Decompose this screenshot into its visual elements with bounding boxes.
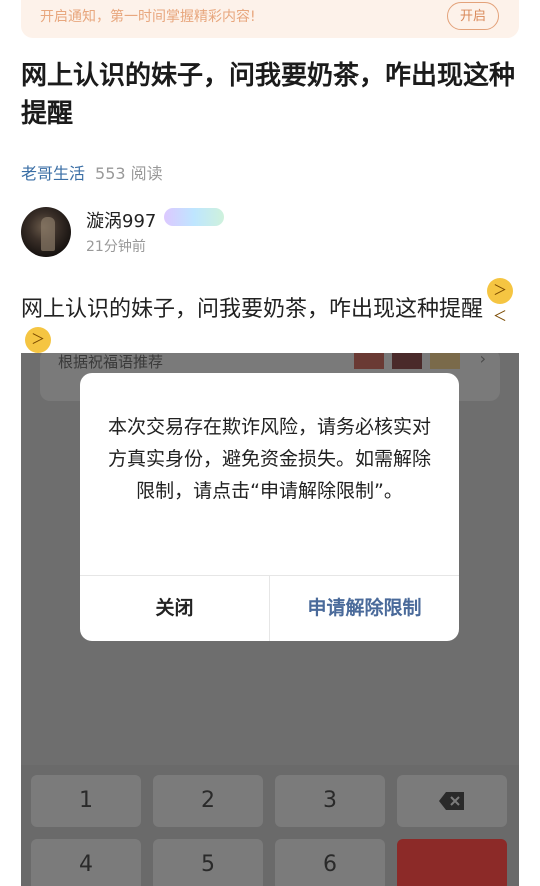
backspace-icon	[439, 792, 464, 810]
key-4[interactable]: 4	[31, 839, 141, 886]
sticker-thumb	[430, 353, 460, 369]
notification-text: 开启通知，第一时间掌握精彩内容!	[40, 9, 256, 25]
read-count: 553 阅读	[95, 164, 163, 183]
post-body: 网上认识的妹子，问我要奶茶，咋出现这种提醒	[21, 297, 484, 322]
post-time: 21分钟前	[86, 239, 146, 255]
author-name[interactable]: 漩涡997	[86, 207, 156, 233]
sticker-thumb	[354, 353, 384, 369]
article-title: 网上认识的妹子，问我要奶茶，咋出现这种提醒	[21, 61, 516, 129]
fraud-warning-dialog: 本次交易存在欺诈风险，请务必核实对方真实身份，避免资金损失。如需解除限制，请点击…	[80, 373, 459, 641]
grinning-squint-icon: ＞＜	[487, 278, 514, 325]
backspace-key[interactable]	[397, 775, 507, 827]
numeric-keypad: 1 2 3 4 5 6	[21, 765, 519, 886]
chevron-right-icon: ›	[479, 353, 486, 368]
confirm-key[interactable]	[397, 839, 507, 886]
dialog-message: 本次交易存在欺诈风险，请务必核实对方真实身份，避免资金损失。如需解除限制，请点击…	[108, 416, 432, 502]
recommend-text: 根据祝福语推荐	[58, 353, 164, 371]
key-1[interactable]: 1	[31, 775, 141, 827]
key-2[interactable]: 2	[153, 775, 263, 827]
notification-banner: 开启通知，第一时间掌握精彩内容! 开启	[21, 0, 519, 38]
user-badge-icon	[164, 208, 224, 226]
sticker-thumb	[392, 353, 422, 369]
key-5[interactable]: 5	[153, 839, 263, 886]
enable-notification-button[interactable]: 开启	[447, 2, 499, 30]
key-6[interactable]: 6	[275, 839, 385, 886]
grinning-squint-icon: ＞＜	[25, 327, 51, 374]
article-meta: 老哥生活 553 阅读	[21, 160, 163, 184]
key-3[interactable]: 3	[275, 775, 385, 827]
source-link[interactable]: 老哥生活	[21, 164, 85, 183]
avatar[interactable]	[21, 207, 71, 257]
apply-unlock-button[interactable]: 申请解除限制	[270, 576, 459, 641]
close-button[interactable]: 关闭	[80, 576, 269, 641]
